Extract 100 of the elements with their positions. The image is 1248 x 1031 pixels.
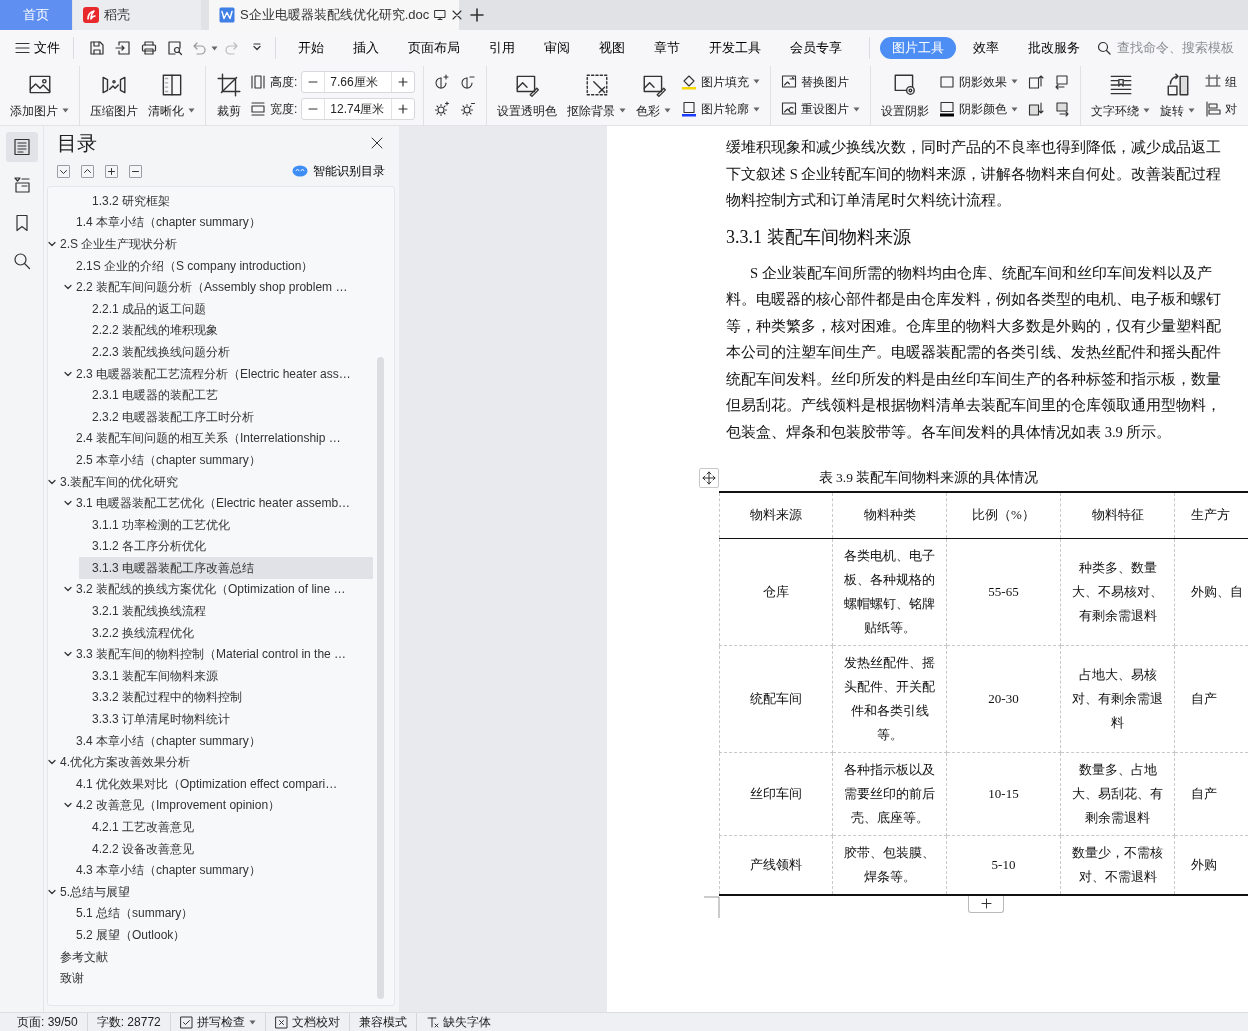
outline-item[interactable]: 3.装配车间的优化研究 [47,470,373,493]
table-move-handle[interactable] [699,468,719,488]
ribbon-button[interactable]: 压缩图片 [88,71,140,120]
menu-tab[interactable]: 插入 [341,36,391,60]
outline-item[interactable]: 2.4 装配车间问题的相互关系（Interrelationship … [63,427,373,450]
outline-item[interactable]: 4.1 优化效果对比（Optimization effect compari… [63,773,373,795]
outline-item[interactable]: 2.1S 企业的介绍（S company introduction） [63,254,373,277]
ribbon-button[interactable]: 添加图片 [8,71,71,120]
outline-item[interactable]: 1.4 本章小结（chapter summary） [63,211,373,234]
table-cell: 占地大、易核对、有剩余需退料 [1060,645,1175,752]
column-header: 生产方 [1174,492,1248,538]
outline-tool-button[interactable] [129,164,142,178]
ribbon-button[interactable]: 色彩 [634,71,674,120]
outline-item[interactable]: 致谢 [47,967,373,989]
outline-item[interactable]: 1.3.2 研究框架 [79,190,373,212]
outline-tool-button[interactable] [105,164,118,178]
smart-outline-button[interactable]: 智能识别目录 [292,162,385,180]
outline-item[interactable]: 2.2.3 装配线换线问题分析 [79,341,373,363]
menu-tab[interactable]: 引用 [477,36,527,60]
search-field[interactable]: 查找命令、搜索模板 [1115,38,1245,58]
ribbon-button[interactable]: 阴影颜色 [937,99,1021,120]
outline-item[interactable]: 5.1 总结（summary） [63,902,373,925]
table-cell: 各类电机、电子板、各种规格的螺帽螺钉、铭牌贴纸等。 [832,538,947,645]
ribbon-button[interactable]: 图片填充 [679,71,763,92]
outline-item[interactable]: 2.S 企业生产现状分析 [47,233,373,255]
ribbon-button[interactable]: 抠除背景 [565,71,629,120]
size-stepper[interactable]: 12.74厘米 [301,98,416,121]
outline-item[interactable]: 2.3.2 电暖器装配工序工时分析 [79,405,373,428]
outline-tool-button[interactable] [57,164,70,178]
table-cell: 数量少，不需核对、不需退料 [1060,835,1175,895]
outline-item[interactable]: 2.5 本章小结（chapter summary） [63,449,373,471]
ribbon-button[interactable]: 替换图片 [779,71,863,92]
menu-tab[interactable]: 审阅 [532,36,582,60]
outline-item[interactable]: 3.2 装配线的换线方案优化（Optimization of line … [63,578,373,601]
sidebar-button[interactable] [5,132,38,162]
ribbon-button[interactable]: 重设图片 [779,99,863,120]
outline-item[interactable]: 3.3 装配车间的物料控制（Material control in the … [63,643,373,666]
outline-item[interactable]: 4.2.1 工艺改善意见 [79,816,373,838]
outline-item[interactable]: 3.3.3 订单清尾时物料统计 [79,708,373,730]
outline-item[interactable]: 5.总结与展望 [47,881,373,903]
outline-item[interactable]: 参考文献 [47,945,373,968]
outline-item[interactable]: 3.1.3 电暖器装配工序改善总结 [79,557,373,579]
ribbon-button[interactable]: 阴影效果 [937,71,1021,92]
menu-tab[interactable]: 批改服务 [1016,36,1092,60]
outline-tool-button[interactable] [81,164,94,178]
outline-item[interactable]: 3.3.2 装配过程中的物料控制 [79,686,373,709]
ribbon-button[interactable]: 旋转 [1158,71,1198,120]
status-item[interactable]: 字数: 28772 [87,1013,171,1031]
outline-item[interactable]: 3.1 电暖器装配工艺优化（Electric heater assemb… [63,492,373,514]
status-item[interactable]: 文档校对 [265,1013,350,1031]
outline-item[interactable]: 2.2 装配车间问题分析（Assembly shop problem … [63,276,373,298]
ribbon-button[interactable]: 文字环绕 [1089,71,1153,120]
align-left-icon [1205,101,1222,118]
status-item[interactable]: 缺失字体 [416,1013,500,1031]
close-button[interactable] [369,135,385,151]
outline-item[interactable]: 4.3 本章小结（chapter summary） [63,859,373,881]
ribbon-button[interactable]: 清晰化 [146,71,197,120]
size-stepper[interactable]: 7.66厘米 [301,70,416,93]
file-menu-button[interactable]: 文件 [12,38,63,58]
status-item[interactable]: 拼写检查 [170,1013,266,1031]
outline-item[interactable]: 3.1.1 功率检测的工艺优化 [79,513,373,536]
tab[interactable]: 稻壳 [73,0,201,30]
outline-item[interactable]: 3.3.1 装配车间物料来源 [79,665,373,687]
ribbon-button[interactable]: 设置阴影 [879,71,932,120]
menu-tab[interactable]: 开发工具 [697,36,773,60]
paragraph-line: 包装盒、焊条和包装胶带等。各车间发料的具体情况如表 3.9 所示。 [726,422,1173,442]
size-input[interactable]: 12.74厘米 [324,99,393,120]
outline-item[interactable]: 4.优化方案改善效果分析 [47,751,373,774]
scrollbar[interactable] [377,357,384,999]
menu-tab[interactable]: 章节 [642,36,692,60]
image-reset-icon [781,101,798,118]
outline-item[interactable]: 2.2.1 成品的返工问题 [79,297,373,320]
menu-tab[interactable]: 效率 [961,36,1011,60]
status-item[interactable]: 页面: 39/50 [8,1013,88,1031]
ribbon-button[interactable]: 设置透明色 [495,71,560,120]
table-cell: 10-15 [946,752,1061,835]
menu-tab[interactable]: 页面布局 [396,36,472,60]
ribbon-button[interactable]: 组 [1203,71,1240,92]
menu-tab[interactable]: 会员专享 [778,36,854,60]
size-input[interactable]: 7.66厘米 [324,71,393,92]
outline-item[interactable]: 5.2 展望（Outlook） [63,924,373,946]
ribbon-button[interactable]: 图片轮廓 [679,99,763,120]
menu-tab[interactable]: 开始 [286,36,336,60]
contrast-decrease-icon [460,73,477,90]
outline-item[interactable]: 3.1.2 各工序分析优化 [79,535,373,558]
ribbon-button[interactable]: 对 [1203,99,1240,120]
outline-item[interactable]: 3.2.1 装配线换线流程 [79,600,373,622]
outline-item[interactable]: 2.3 电暖器装配工艺流程分析（Electric heater ass… [63,362,373,385]
outline-item[interactable]: 4.2 改善意见（Improvement opinion） [63,794,373,817]
tab[interactable]: S企业电暖器装配线优化研究.doc [209,0,459,30]
outline-item[interactable]: 3.4 本章小结（chapter summary） [63,729,373,752]
shadow-color-icon [939,101,956,118]
status-item[interactable]: 兼容模式 [349,1013,417,1031]
menu-tab[interactable]: 视图 [587,36,637,60]
outline-item[interactable]: 2.2.2 装配线的堆积现象 [79,319,373,342]
outline-item[interactable]: 3.2.2 换线流程优化 [79,621,373,644]
outline-item[interactable]: 2.3.1 电暖器的装配工艺 [79,384,373,406]
ribbon-button[interactable]: 裁剪 [214,71,244,120]
page-corner-mark [704,895,720,918]
outline-item[interactable]: 4.2.2 设备改善意见 [79,837,373,860]
